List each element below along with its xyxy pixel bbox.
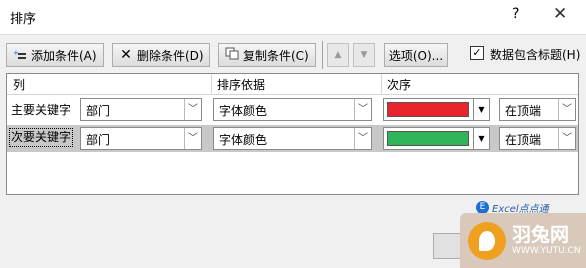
copy-level-label: 复制条件(C) — [243, 48, 309, 63]
triangle-down-icon[interactable]: ▼ — [473, 128, 489, 149]
title-bar: 排序 ? ✕ — [0, 0, 586, 34]
logo-url: WWW.YUTU.CN — [512, 246, 581, 256]
font-color-swatch — [387, 131, 469, 146]
order-position-select[interactable]: 在顶端 ﹀ — [499, 127, 576, 150]
close-button[interactable]: ✕ — [553, 4, 567, 24]
sort-level-row-selected[interactable]: 次要关键字 部门 ﹀ 字体颜色 ﹀ ▼ 在顶端 ﹀ — [7, 125, 578, 152]
chevron-down-icon[interactable]: ﹀ — [184, 128, 201, 149]
header-divider — [211, 74, 212, 94]
chevron-down-icon[interactable]: ﹀ — [558, 128, 575, 149]
font-color-swatch — [387, 102, 469, 117]
add-level-icon: + — [12, 48, 28, 63]
options-label: 选项(O)... — [388, 48, 444, 63]
header-checkbox[interactable]: ✓ — [470, 46, 484, 60]
logo-name: 羽兔网 — [512, 224, 570, 246]
chevron-down-icon[interactable]: ﹀ — [354, 99, 371, 120]
header-underline — [7, 94, 578, 95]
chevron-down-icon[interactable]: ﹀ — [558, 99, 575, 120]
triangle-down-icon: ▼ — [360, 50, 368, 60]
options-button[interactable]: 选项(O)... — [384, 43, 448, 67]
add-level-button[interactable]: + 添加条件(A) — [6, 43, 104, 67]
header-divider — [381, 74, 382, 94]
chevron-down-icon[interactable]: ﹀ — [354, 128, 371, 149]
sort-on-select-value: 字体颜色 — [219, 133, 268, 147]
header-checkbox-label: 数据包含标题(H) — [490, 48, 581, 62]
color-select[interactable]: ▼ — [383, 127, 490, 150]
sort-on-select-value: 字体颜色 — [219, 104, 268, 118]
column-select-value: 部门 — [86, 133, 111, 147]
move-up-button[interactable]: ▲ — [327, 43, 349, 67]
copy-icon — [224, 47, 240, 63]
order-position-value: 在顶端 — [505, 104, 542, 118]
triangle-down-icon[interactable]: ▼ — [473, 99, 489, 120]
delete-x-icon: ✕ — [120, 47, 132, 63]
checkmark-icon: ✓ — [472, 46, 482, 59]
sort-on-header: 排序依据 — [217, 78, 266, 92]
sort-on-select[interactable]: 字体颜色 ﹀ — [213, 98, 372, 121]
triangle-up-icon: ▲ — [334, 50, 342, 60]
order-header: 次序 — [387, 78, 412, 92]
add-level-label: 添加条件(A) — [31, 48, 97, 63]
sort-levels-grid: 列 排序依据 次序 主要关键字 部门 ﹀ 字体颜色 ﹀ ▼ 在顶端 ﹀ 次要关键… — [6, 73, 579, 195]
color-select[interactable]: ▼ — [383, 98, 490, 121]
sort-level-row[interactable]: 主要关键字 部门 ﹀ 字体颜色 ﹀ ▼ 在顶端 ﹀ — [7, 96, 578, 123]
order-position-value: 在顶端 — [505, 133, 542, 147]
delete-level-label: 删除条件(D) — [137, 48, 204, 63]
rabbit-logo-icon — [468, 221, 506, 260]
chevron-down-icon[interactable]: ﹀ — [184, 99, 201, 120]
dialog-title: 排序 — [10, 12, 37, 27]
toolbar-separator — [322, 41, 323, 69]
order-position-select[interactable]: 在顶端 ﹀ — [499, 98, 576, 121]
column-select[interactable]: 部门 ﹀ — [80, 127, 202, 150]
sort-on-select[interactable]: 字体颜色 ﹀ — [213, 127, 372, 150]
column-header: 列 — [13, 78, 26, 92]
help-button[interactable]: ? — [512, 6, 519, 22]
delete-level-button[interactable]: ✕ 删除条件(D) — [112, 43, 210, 67]
column-select-value: 部门 — [86, 104, 111, 118]
yutu-logo: 羽兔网 WWW.YUTU.CN — [460, 213, 586, 268]
move-down-button[interactable]: ▼ — [353, 43, 375, 67]
sort-level-label: 主要关键字 — [11, 103, 72, 117]
column-select[interactable]: 部门 ﹀ — [80, 98, 202, 121]
sort-level-label: 次要关键字 — [9, 128, 74, 147]
copy-level-button[interactable]: 复制条件(C) — [218, 43, 316, 67]
